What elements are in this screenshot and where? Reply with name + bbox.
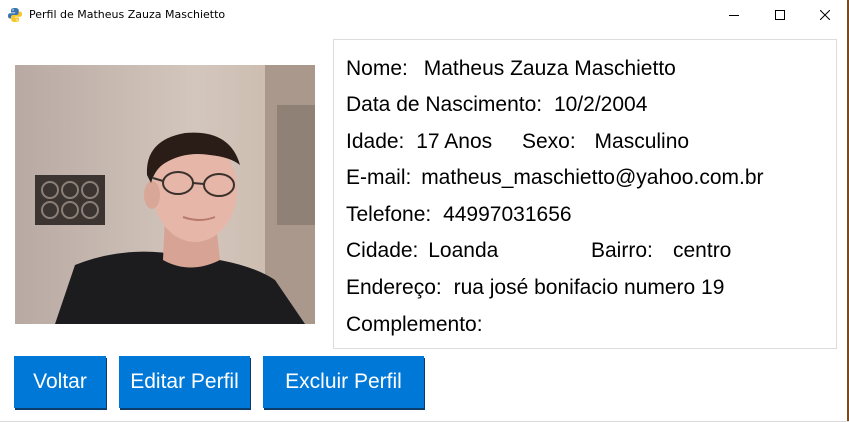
name-row: Nome: Matheus Zauza Maschietto	[346, 51, 676, 87]
age-label: Idade:	[346, 130, 405, 153]
email-row: E-mail: matheus_maschietto@yahoo.com.br	[346, 160, 764, 196]
address-label: Endereço:	[346, 276, 442, 299]
back-button[interactable]: Voltar	[14, 356, 106, 408]
minimize-icon	[729, 15, 739, 16]
address-row: Endereço: rua josé bonifacio numero 19	[346, 270, 724, 306]
sex-label: Sexo:	[521, 130, 576, 153]
delete-profile-button[interactable]: Excluir Perfil	[263, 356, 424, 408]
title-bar: Perfil de Matheus Zauza Maschietto	[0, 0, 849, 30]
python-icon	[8, 8, 22, 22]
sex-value: Masculino	[594, 130, 690, 153]
phone-value: 44997031656	[443, 203, 572, 226]
complement-row: Complemento:	[346, 307, 489, 343]
city-label: Cidade:	[346, 239, 419, 262]
complement-label: Complemento:	[346, 313, 483, 336]
age-value: 17 Anos	[416, 130, 493, 153]
email-value: matheus_maschietto@yahoo.com.br	[421, 166, 764, 189]
birth-value: 10/2/2004	[553, 93, 648, 116]
city-row: Cidade: Loanda Bairro: centro	[346, 233, 731, 269]
phone-label: Telefone:	[346, 203, 432, 226]
close-button[interactable]	[802, 0, 848, 30]
edit-profile-button[interactable]: Editar Perfil	[119, 356, 250, 408]
close-icon	[820, 10, 830, 20]
email-label: E-mail:	[346, 166, 412, 189]
district-label: Bairro:	[591, 239, 653, 262]
birth-row: Data de Nascimento: 10/2/2004	[346, 87, 647, 123]
maximize-button[interactable]	[757, 0, 803, 30]
address-value: rua josé bonifacio numero 19	[453, 276, 725, 299]
birth-label: Data de Nascimento:	[346, 93, 543, 116]
name-label: Nome:	[346, 57, 408, 80]
maximize-icon	[775, 10, 785, 20]
profile-photo	[15, 65, 315, 324]
district-value: centro	[673, 239, 732, 262]
window-title: Perfil de Matheus Zauza Maschietto	[29, 8, 226, 21]
profile-info-panel: Nome: Matheus Zauza Maschietto Data de N…	[333, 39, 837, 349]
age-sex-row: Idade: 17 Anos Sexo: Masculino	[346, 124, 689, 160]
phone-row: Telefone: 44997031656	[346, 197, 572, 233]
name-value: Matheus Zauza Maschietto	[423, 57, 676, 80]
minimize-button[interactable]	[711, 0, 757, 30]
city-value: Loanda	[428, 239, 499, 262]
